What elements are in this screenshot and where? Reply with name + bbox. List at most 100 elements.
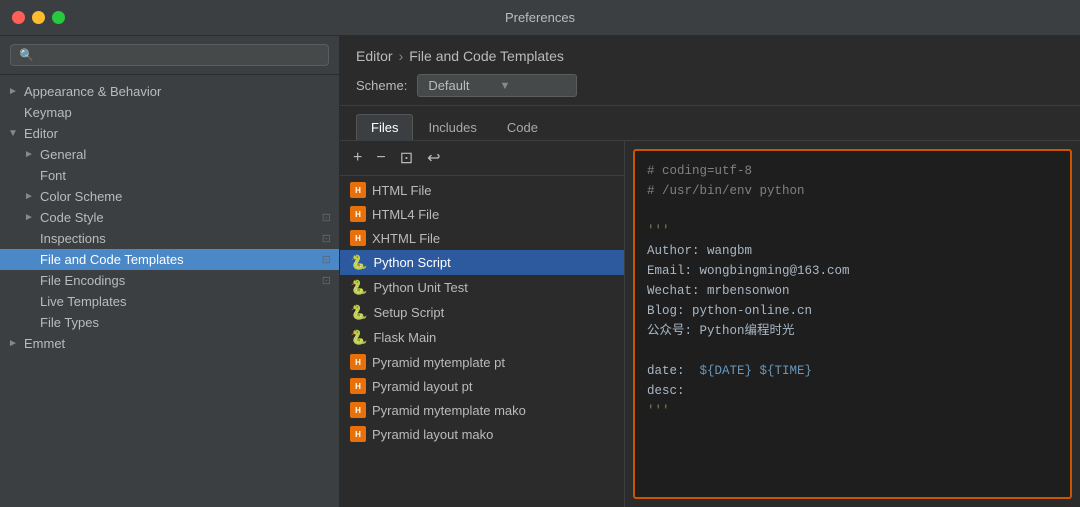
- file-icon-python-unit-test: 🐍: [350, 279, 367, 296]
- window-controls: [12, 11, 65, 24]
- remove-template-button[interactable]: −: [373, 148, 388, 168]
- html-icon: H: [350, 354, 366, 370]
- file-item-html-file[interactable]: H HTML File: [340, 178, 624, 202]
- minimize-button[interactable]: [32, 11, 45, 24]
- file-icon-html4-file: H: [350, 206, 366, 222]
- file-icon-html-file: H: [350, 182, 366, 198]
- file-item-pyramid-layout-pt[interactable]: H Pyramid layout pt: [340, 374, 624, 398]
- html-icon: H: [350, 206, 366, 222]
- sidebar-item-emmet[interactable]: Emmet: [0, 333, 339, 354]
- sidebar-item-general[interactable]: General: [0, 144, 339, 165]
- sidebar-label-general: General: [40, 147, 86, 162]
- sidebar-item-file-encodings[interactable]: File Encodings⊡: [0, 270, 339, 291]
- file-label-html4-file: HTML4 File: [372, 207, 439, 222]
- file-icon-pyramid-mytemplate-mako: H: [350, 402, 366, 418]
- html-icon: H: [350, 378, 366, 394]
- breadcrumb: Editor › File and Code Templates: [356, 48, 1064, 64]
- template-area: + − ⊡ ↩ H HTML File H HTML4 File H XHTML File…: [340, 141, 1080, 507]
- file-toolbar: + − ⊡ ↩: [340, 141, 624, 176]
- sidebar-item-file-and-code-templates[interactable]: File and Code Templates⊡: [0, 249, 339, 270]
- file-item-html4-file[interactable]: H HTML4 File: [340, 202, 624, 226]
- scheme-value: Default: [428, 78, 469, 93]
- file-item-python-script[interactable]: 🐍 Python Script: [340, 250, 624, 275]
- scheme-label: Scheme:: [356, 78, 407, 93]
- sidebar-label-file-encodings: File Encodings: [40, 273, 125, 288]
- python-icon: 🐍: [350, 279, 367, 295]
- copy-template-button[interactable]: ⊡: [397, 147, 416, 169]
- maximize-button[interactable]: [52, 11, 65, 24]
- close-button[interactable]: [12, 11, 25, 24]
- file-item-pyramid-mytemplate-pt[interactable]: H Pyramid mytemplate pt: [340, 350, 624, 374]
- sidebar-label-color-scheme: Color Scheme: [40, 189, 122, 204]
- copy-icon-code-style: ⊡: [322, 211, 331, 224]
- file-item-xhtml-file[interactable]: H XHTML File: [340, 226, 624, 250]
- scheme-dropdown[interactable]: Default ▼: [417, 74, 577, 97]
- sidebar-item-font[interactable]: Font: [0, 165, 339, 186]
- add-template-button[interactable]: +: [350, 148, 365, 168]
- file-label-pyramid-mytemplate-mako: Pyramid mytemplate mako: [372, 403, 526, 418]
- file-label-html-file: HTML File: [372, 183, 431, 198]
- titlebar: Preferences: [0, 0, 1080, 36]
- file-icon-pyramid-layout-pt: H: [350, 378, 366, 394]
- sidebar-item-file-types[interactable]: File Types: [0, 312, 339, 333]
- sidebar-item-color-scheme[interactable]: Color Scheme: [0, 186, 339, 207]
- file-label-pyramid-layout-mako: Pyramid layout mako: [372, 427, 493, 442]
- file-label-pyramid-mytemplate-pt: Pyramid mytemplate pt: [372, 355, 505, 370]
- sidebar-item-code-style[interactable]: Code Style⊡: [0, 207, 339, 228]
- tree-arrow-emmet: [8, 338, 24, 349]
- sidebar-item-live-templates[interactable]: Live Templates: [0, 291, 339, 312]
- html-icon: H: [350, 182, 366, 198]
- python-icon: 🐍: [350, 329, 367, 345]
- file-list-panel: + − ⊡ ↩ H HTML File H HTML4 File H XHTML File…: [340, 141, 625, 507]
- sidebar-label-inspections: Inspections: [40, 231, 106, 246]
- sidebar-item-inspections[interactable]: Inspections ⊡: [0, 228, 339, 249]
- html-icon: H: [350, 230, 366, 246]
- file-icon-xhtml-file: H: [350, 230, 366, 246]
- sidebar-label-keymap: Keymap: [24, 105, 72, 120]
- sidebar-item-appearance[interactable]: Appearance & Behavior: [0, 81, 339, 102]
- chevron-down-icon: ▼: [500, 80, 511, 92]
- content-area: Editor › File and Code Templates Scheme:…: [340, 36, 1080, 507]
- file-label-pyramid-layout-pt: Pyramid layout pt: [372, 379, 472, 394]
- search-wrapper[interactable]: 🔍: [10, 44, 329, 66]
- sidebar: 🔍 Appearance & Behavior Keymap Editor Gener…: [0, 36, 340, 507]
- tab-code[interactable]: Code: [492, 114, 553, 140]
- main-layout: 🔍 Appearance & Behavior Keymap Editor Gener…: [0, 36, 1080, 507]
- sidebar-label-emmet: Emmet: [24, 336, 65, 351]
- search-box: 🔍: [0, 36, 339, 75]
- file-label-python-unit-test: Python Unit Test: [373, 280, 467, 295]
- sidebar-item-editor[interactable]: Editor: [0, 123, 339, 144]
- file-label-setup-script: Setup Script: [373, 305, 444, 320]
- sidebar-item-keymap[interactable]: Keymap: [0, 102, 339, 123]
- tab-includes[interactable]: Includes: [413, 114, 491, 140]
- copy-icon-file-and-code-templates: ⊡: [322, 253, 331, 266]
- content-header: Editor › File and Code Templates Scheme:…: [340, 36, 1080, 106]
- file-item-setup-script[interactable]: 🐍 Setup Script: [340, 300, 624, 325]
- html-icon: H: [350, 402, 366, 418]
- file-item-flask-main[interactable]: 🐍Flask Main: [340, 325, 624, 350]
- breadcrumb-current: File and Code Templates: [409, 48, 564, 64]
- copy-icon-inspections: ⊡: [322, 232, 331, 245]
- file-label-xhtml-file: XHTML File: [372, 231, 440, 246]
- reset-template-button[interactable]: ↩: [424, 147, 443, 169]
- scheme-row: Scheme: Default ▼: [356, 74, 1064, 97]
- tree-arrow-code-style: [24, 212, 40, 223]
- file-item-pyramid-mytemplate-mako[interactable]: H Pyramid mytemplate mako: [340, 398, 624, 422]
- code-editor[interactable]: # coding=utf-8 # /usr/bin/env python '''…: [633, 149, 1072, 499]
- search-input[interactable]: [39, 48, 320, 62]
- window-title: Preferences: [505, 10, 575, 25]
- tabs-row: FilesIncludesCode: [340, 106, 1080, 141]
- html-icon: H: [350, 426, 366, 442]
- file-item-pyramid-layout-mako[interactable]: H Pyramid layout mako: [340, 422, 624, 446]
- file-icon-pyramid-layout-mako: H: [350, 426, 366, 442]
- sidebar-label-live-templates: Live Templates: [40, 294, 126, 309]
- file-label-python-script: Python Script: [373, 255, 450, 270]
- tree-arrow-editor: [8, 128, 24, 139]
- tree-arrow-general: [24, 149, 40, 160]
- file-icon-setup-script: 🐍: [350, 304, 367, 321]
- python-icon: 🐍: [350, 254, 367, 270]
- file-item-python-unit-test[interactable]: 🐍 Python Unit Test: [340, 275, 624, 300]
- file-icon-pyramid-mytemplate-pt: H: [350, 354, 366, 370]
- tab-files[interactable]: Files: [356, 114, 413, 140]
- tree-arrow-color-scheme: [24, 191, 40, 202]
